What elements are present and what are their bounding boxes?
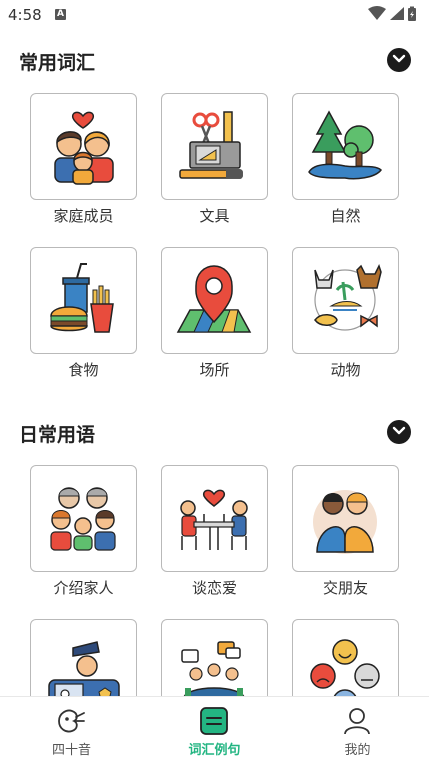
section-title: 常用词汇 [19,52,96,74]
status-bar: 4:58 A [0,0,429,30]
food-icon [50,263,114,333]
kana-icon [58,709,85,733]
card-label: 食物 [68,361,99,379]
friends-icon [313,490,377,554]
card-image [292,247,399,354]
meeting-icon [181,641,245,696]
card-animals[interactable]: 动物 [292,247,399,382]
collapse-button[interactable] [387,48,411,72]
bottom-navigation: 四十音 词汇例句 我的 [0,696,429,765]
card-image [161,619,268,696]
status-time: 4:58 [8,6,42,24]
nav-tab-vocabulary[interactable]: 词汇例句 [143,697,286,765]
card-image [30,93,137,200]
map-pin-icon [176,265,252,333]
card-stationery[interactable]: 文具 [161,93,268,228]
section-title: 日常用语 [19,424,96,446]
profile-icon [344,708,370,735]
card-introduce-family[interactable]: 介绍家人 [30,465,137,600]
card-image [30,465,137,572]
family-icon [54,111,114,185]
card-label: 自然 [330,207,361,225]
card-food[interactable]: 食物 [30,247,137,382]
collapse-button[interactable] [387,420,411,444]
card-image [292,619,399,696]
section-header-common-vocabulary: 常用词汇 [0,40,429,80]
animals-icon [314,264,382,331]
stationery-icon [179,111,243,179]
chevron-down-icon [392,54,406,63]
notification-icon: A [55,9,66,20]
vocabulary-icon [200,707,228,735]
couple-dinner-icon [180,489,248,550]
card-dating[interactable]: 谈恋爱 [161,465,268,600]
section-header-daily-phrases: 日常用语 [0,412,429,452]
nav-label: 我的 [344,743,371,758]
police-icon [48,641,120,696]
family-group-icon [50,487,116,551]
card-label: 介绍家人 [53,579,114,597]
card-emotions[interactable] [292,619,399,696]
card-label: 家庭成员 [53,207,114,225]
scroll-content[interactable]: 常用词汇 家庭成员 文具 自然 食物 场所 动物 日常用语 介绍家人 谈恋爱 交… [0,30,429,696]
nav-label: 四十音 [51,743,91,758]
card-places[interactable]: 场所 [161,247,268,382]
card-image [292,465,399,572]
card-image [292,93,399,200]
system-status-icons [368,6,416,21]
card-police[interactable] [30,619,137,696]
nav-label: 词汇例句 [188,743,241,758]
card-image [161,93,268,200]
card-make-friends[interactable]: 交朋友 [292,465,399,600]
emotions-icon [310,639,380,696]
card-label: 交朋友 [322,579,368,597]
card-nature[interactable]: 自然 [292,93,399,228]
card-label: 场所 [199,361,230,379]
card-image [161,465,268,572]
card-meeting[interactable] [161,619,268,696]
card-family-members[interactable]: 家庭成员 [30,93,137,228]
card-image [30,619,137,696]
card-label: 谈恋爱 [191,579,237,597]
nature-icon [308,110,382,180]
card-label: 动物 [330,361,361,379]
card-image [30,247,137,354]
card-label: 文具 [199,207,230,225]
nav-tab-kana[interactable]: 四十音 [0,697,143,765]
chevron-down-icon [392,426,406,435]
nav-tab-profile[interactable]: 我的 [286,697,429,765]
card-image [161,247,268,354]
